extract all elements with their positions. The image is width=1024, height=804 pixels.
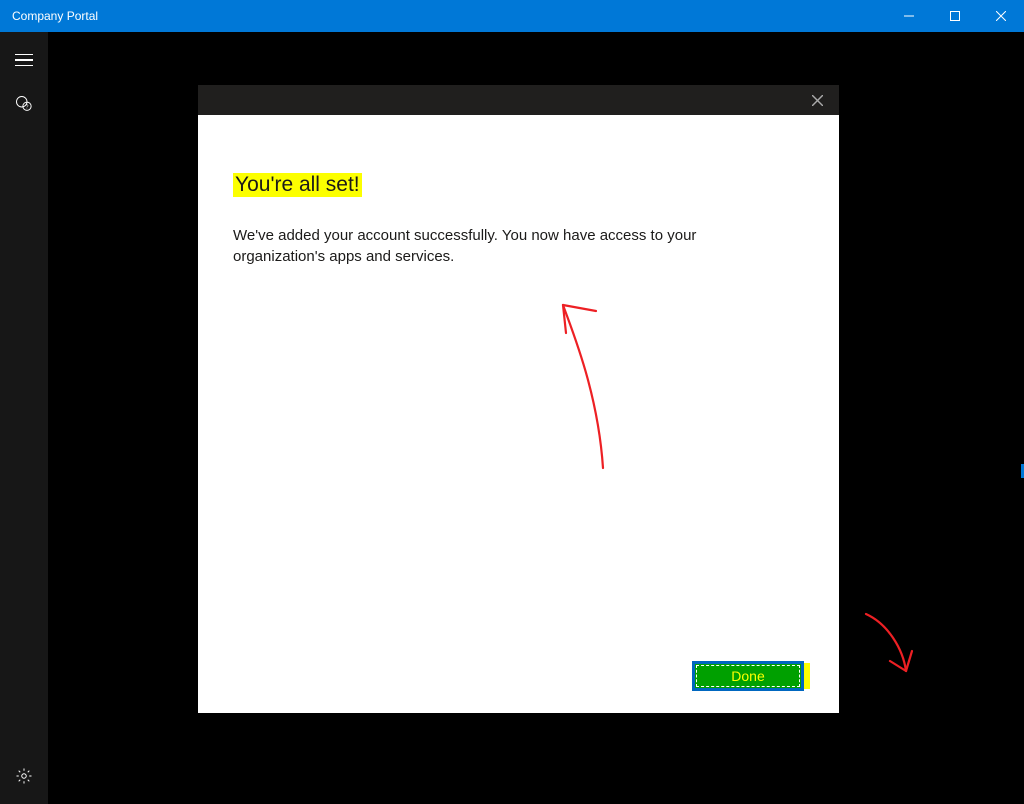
app-title: Company Portal [12,9,98,23]
annotation-arrow-done [848,609,928,689]
dialog-footer: Done [233,661,804,691]
annotation-arrow-message [518,293,638,473]
dialog-body: You're all set! We've added your account… [198,115,839,713]
sidebar-help-button[interactable]: ? [0,82,48,126]
hamburger-menu-button[interactable] [0,38,48,82]
minimize-icon [904,11,914,21]
dialog-header [198,85,839,115]
account-setup-dialog: You're all set! We've added your account… [198,85,839,713]
window-controls [886,0,1024,32]
dialog-heading: You're all set! [233,173,362,197]
close-icon [812,95,823,106]
minimize-button[interactable] [886,0,932,32]
window-title-bar: Company Portal [0,0,1024,32]
dialog-message: We've added your account successfully. Y… [233,225,778,267]
dialog-close-button[interactable] [805,88,829,112]
sidebar-settings-button[interactable] [0,754,48,798]
svg-text:?: ? [26,105,29,111]
content-area: You're all set! We've added your account… [48,32,1024,804]
close-icon [996,11,1006,21]
maximize-icon [950,11,960,21]
sidebar: ? [0,32,48,804]
app-body: ? You're all set! We've added you [0,32,1024,804]
maximize-button[interactable] [932,0,978,32]
help-chat-icon: ? [15,95,33,113]
close-button[interactable] [978,0,1024,32]
gear-icon [15,767,33,785]
hamburger-icon [15,54,33,67]
done-button[interactable]: Done [692,661,804,691]
